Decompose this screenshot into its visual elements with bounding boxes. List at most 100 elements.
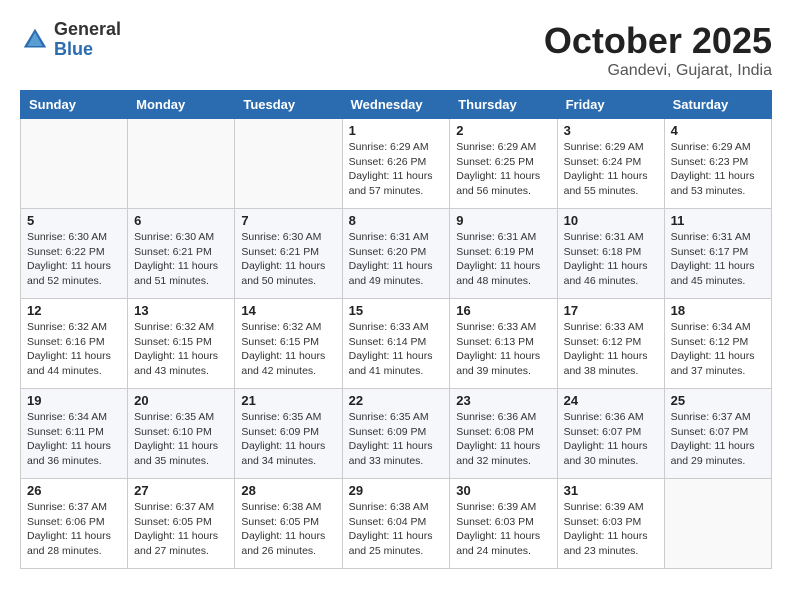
weekday-header-sunday: Sunday	[21, 91, 128, 119]
week-row-4: 19 Sunrise: 6:34 AMSunset: 6:11 PMDayligh…	[21, 389, 772, 479]
day-number: 12	[27, 303, 121, 318]
week-row-1: 1 Sunrise: 6:29 AMSunset: 6:26 PMDaylight…	[21, 119, 772, 209]
day-info: Sunrise: 6:33 AMSunset: 6:13 PMDaylight:…	[456, 320, 550, 379]
day-info: Sunrise: 6:32 AMSunset: 6:15 PMDaylight:…	[134, 320, 228, 379]
day-number: 28	[241, 483, 335, 498]
title-block: October 2025 Gandevi, Gujarat, India	[544, 20, 772, 80]
calendar-cell: 29 Sunrise: 6:38 AMSunset: 6:04 PMDayligh…	[342, 479, 450, 569]
day-number: 9	[456, 213, 550, 228]
weekday-header-thursday: Thursday	[450, 91, 557, 119]
day-info: Sunrise: 6:32 AMSunset: 6:16 PMDaylight:…	[27, 320, 121, 379]
day-info: Sunrise: 6:30 AMSunset: 6:21 PMDaylight:…	[134, 230, 228, 289]
day-info: Sunrise: 6:37 AMSunset: 6:05 PMDaylight:…	[134, 500, 228, 559]
calendar-cell: 10Sunrise: 6:31 AMSunset: 6:18 PMDayligh…	[557, 209, 664, 299]
day-info: Sunrise: 6:29 AMSunset: 6:24 PMDaylight:…	[564, 140, 658, 199]
calendar-cell: 23Sunrise: 6:36 AMSunset: 6:08 PMDayligh…	[450, 389, 557, 479]
day-info: Sunrise: 6:35 AMSunset: 6:09 PMDaylight:…	[349, 410, 444, 469]
day-info: Sunrise: 6:35 AMSunset: 6:10 PMDaylight:…	[134, 410, 228, 469]
calendar-cell: 18 Sunrise: 6:34 AMSunset: 6:12 PMDayligh…	[664, 299, 771, 389]
day-info: Sunrise: 6:31 AMSunset: 6:17 PMDaylight:…	[671, 230, 765, 289]
day-number: 11	[671, 213, 765, 228]
calendar-cell: 14Sunrise: 6:32 AMSunset: 6:15 PMDayligh…	[235, 299, 342, 389]
weekday-header-monday: Monday	[128, 91, 235, 119]
weekday-header-saturday: Saturday	[664, 91, 771, 119]
location: Gandevi, Gujarat, India	[544, 62, 772, 80]
weekday-header-row: SundayMondayTuesdayWednesdayThursdayFrid…	[21, 91, 772, 119]
day-number: 1	[349, 123, 444, 138]
day-number: 24	[564, 393, 658, 408]
calendar-cell: 8Sunrise: 6:31 AMSunset: 6:20 PMDaylight…	[342, 209, 450, 299]
weekday-header-wednesday: Wednesday	[342, 91, 450, 119]
day-number: 31	[564, 483, 658, 498]
week-row-2: 5 Sunrise: 6:30 AMSunset: 6:22 PMDaylight…	[21, 209, 772, 299]
calendar-cell: 4 Sunrise: 6:29 AMSunset: 6:23 PMDaylight…	[664, 119, 771, 209]
day-number: 30	[456, 483, 550, 498]
day-info: Sunrise: 6:30 AMSunset: 6:21 PMDaylight:…	[241, 230, 335, 289]
day-info: Sunrise: 6:29 AMSunset: 6:23 PMDaylight:…	[671, 140, 765, 199]
calendar-cell: 26Sunrise: 6:37 AMSunset: 6:06 PMDayligh…	[21, 479, 128, 569]
calendar-cell	[235, 119, 342, 209]
week-row-5: 26Sunrise: 6:37 AMSunset: 6:06 PMDayligh…	[21, 479, 772, 569]
calendar-cell: 30 Sunrise: 6:39 AMSunset: 6:03 PMDayligh…	[450, 479, 557, 569]
day-info: Sunrise: 6:37 AMSunset: 6:06 PMDaylight:…	[27, 500, 121, 559]
day-number: 13	[134, 303, 228, 318]
day-info: Sunrise: 6:38 AMSunset: 6:05 PMDaylight:…	[241, 500, 335, 559]
calendar-cell: 28 Sunrise: 6:38 AMSunset: 6:05 PMDayligh…	[235, 479, 342, 569]
logo-blue: Blue	[54, 40, 121, 60]
day-info: Sunrise: 6:31 AMSunset: 6:20 PMDaylight:…	[349, 230, 444, 289]
day-number: 29	[349, 483, 444, 498]
day-number: 27	[134, 483, 228, 498]
day-info: Sunrise: 6:38 AMSunset: 6:04 PMDaylight:…	[349, 500, 444, 559]
logo: General Blue	[20, 20, 121, 60]
day-number: 6	[134, 213, 228, 228]
day-number: 19	[27, 393, 121, 408]
day-info: Sunrise: 6:33 AMSunset: 6:14 PMDaylight:…	[349, 320, 444, 379]
day-info: Sunrise: 6:33 AMSunset: 6:12 PMDaylight:…	[564, 320, 658, 379]
calendar-cell: 24Sunrise: 6:36 AMSunset: 6:07 PMDayligh…	[557, 389, 664, 479]
day-number: 5	[27, 213, 121, 228]
day-number: 17	[564, 303, 658, 318]
day-info: Sunrise: 6:31 AMSunset: 6:18 PMDaylight:…	[564, 230, 658, 289]
day-info: Sunrise: 6:39 AMSunset: 6:03 PMDaylight:…	[456, 500, 550, 559]
day-number: 21	[241, 393, 335, 408]
day-number: 18	[671, 303, 765, 318]
calendar-cell: 17 Sunrise: 6:33 AMSunset: 6:12 PMDayligh…	[557, 299, 664, 389]
calendar-cell: 11 Sunrise: 6:31 AMSunset: 6:17 PMDayligh…	[664, 209, 771, 299]
day-number: 20	[134, 393, 228, 408]
calendar-table: SundayMondayTuesdayWednesdayThursdayFrid…	[20, 90, 772, 569]
logo-general: General	[54, 20, 121, 40]
day-number: 2	[456, 123, 550, 138]
day-info: Sunrise: 6:30 AMSunset: 6:22 PMDaylight:…	[27, 230, 121, 289]
calendar-cell: 9 Sunrise: 6:31 AMSunset: 6:19 PMDaylight…	[450, 209, 557, 299]
calendar-cell: 31 Sunrise: 6:39 AMSunset: 6:03 PMDayligh…	[557, 479, 664, 569]
day-number: 25	[671, 393, 765, 408]
day-number: 3	[564, 123, 658, 138]
calendar-cell	[21, 119, 128, 209]
day-number: 16	[456, 303, 550, 318]
calendar-cell: 1 Sunrise: 6:29 AMSunset: 6:26 PMDaylight…	[342, 119, 450, 209]
day-info: Sunrise: 6:34 AMSunset: 6:12 PMDaylight:…	[671, 320, 765, 379]
weekday-header-tuesday: Tuesday	[235, 91, 342, 119]
calendar-cell: 27 Sunrise: 6:37 AMSunset: 6:05 PMDayligh…	[128, 479, 235, 569]
calendar-cell: 19 Sunrise: 6:34 AMSunset: 6:11 PMDayligh…	[21, 389, 128, 479]
day-info: Sunrise: 6:36 AMSunset: 6:08 PMDaylight:…	[456, 410, 550, 469]
day-info: Sunrise: 6:29 AMSunset: 6:25 PMDaylight:…	[456, 140, 550, 199]
day-info: Sunrise: 6:35 AMSunset: 6:09 PMDaylight:…	[241, 410, 335, 469]
day-number: 7	[241, 213, 335, 228]
day-number: 4	[671, 123, 765, 138]
calendar-cell: 3 Sunrise: 6:29 AMSunset: 6:24 PMDaylight…	[557, 119, 664, 209]
day-number: 22	[349, 393, 444, 408]
day-info: Sunrise: 6:31 AMSunset: 6:19 PMDaylight:…	[456, 230, 550, 289]
calendar-cell: 13 Sunrise: 6:32 AMSunset: 6:15 PMDayligh…	[128, 299, 235, 389]
calendar-cell	[664, 479, 771, 569]
day-info: Sunrise: 6:39 AMSunset: 6:03 PMDaylight:…	[564, 500, 658, 559]
calendar-cell: 12 Sunrise: 6:32 AMSunset: 6:16 PMDayligh…	[21, 299, 128, 389]
day-info: Sunrise: 6:29 AMSunset: 6:26 PMDaylight:…	[349, 140, 444, 199]
week-row-3: 12 Sunrise: 6:32 AMSunset: 6:16 PMDayligh…	[21, 299, 772, 389]
calendar-cell: 5 Sunrise: 6:30 AMSunset: 6:22 PMDaylight…	[21, 209, 128, 299]
day-info: Sunrise: 6:37 AMSunset: 6:07 PMDaylight:…	[671, 410, 765, 469]
calendar-cell: 25 Sunrise: 6:37 AMSunset: 6:07 PMDayligh…	[664, 389, 771, 479]
day-info: Sunrise: 6:34 AMSunset: 6:11 PMDaylight:…	[27, 410, 121, 469]
calendar-cell: 7 Sunrise: 6:30 AMSunset: 6:21 PMDaylight…	[235, 209, 342, 299]
calendar-cell: 21 Sunrise: 6:35 AMSunset: 6:09 PMDayligh…	[235, 389, 342, 479]
